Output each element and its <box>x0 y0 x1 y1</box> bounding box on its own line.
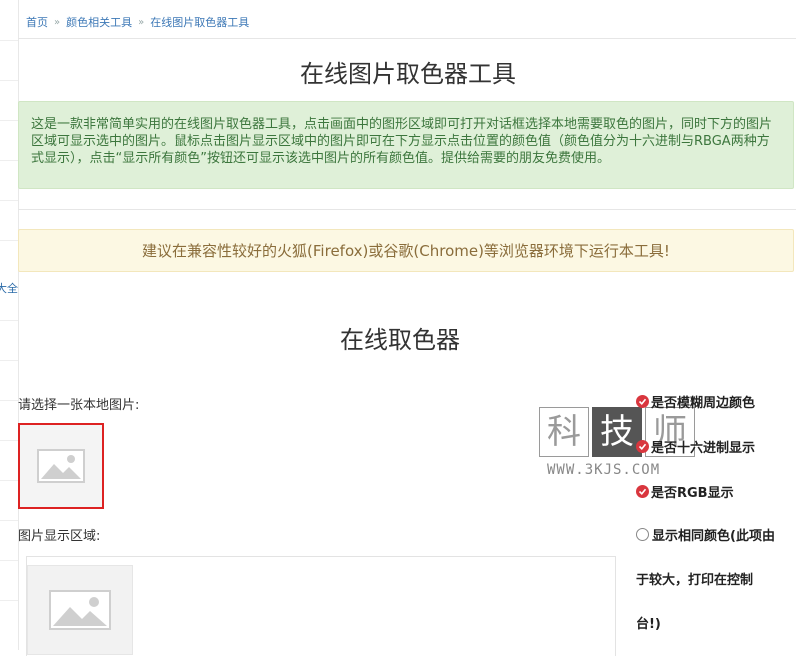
display-image[interactable] <box>27 565 133 655</box>
divider <box>18 209 796 210</box>
blur-option-checkbox[interactable]: 是否模糊周边颜色 <box>636 392 755 411</box>
sidebar-divider <box>0 160 18 161</box>
sidebar-divider <box>0 520 18 521</box>
same-color-option-label-cont: 台!) <box>636 617 661 632</box>
sidebar-divider <box>0 480 18 481</box>
blur-option-label: 是否模糊周边颜色 <box>651 396 756 411</box>
intro-info-box: 这是一款非常简单实用的在线图片取色器工具，点击画面中的图形区域即可打开对话框选择… <box>18 101 794 189</box>
radio-unchecked-icon[interactable] <box>636 528 649 541</box>
watermark-url: WWW.3KJS.COM <box>547 462 661 478</box>
breadcrumb-color-tools-link[interactable]: 颜色相关工具 <box>66 14 132 30</box>
breadcrumb-home-link[interactable]: 首页 <box>26 14 48 30</box>
breadcrumb-separator-icon: » <box>138 16 145 28</box>
sidebar-divider <box>0 360 18 361</box>
divider <box>18 38 796 39</box>
rgb-option-label: 是否RGB显示 <box>651 486 734 501</box>
breadcrumb: 首页 » 颜色相关工具 » 在线图片取色器工具 <box>26 14 249 30</box>
same-color-option-label: 显示相同颜色(此项由 <box>652 529 775 544</box>
breadcrumb-current-link[interactable]: 在线图片取色器工具 <box>150 14 249 30</box>
rgb-option-checkbox[interactable]: 是否RGB显示 <box>636 482 734 501</box>
page-title: 在线图片取色器工具 <box>300 60 516 88</box>
picker-title: 在线取色器 <box>340 326 460 354</box>
image-upload-button[interactable] <box>18 423 104 509</box>
hex-option-checkbox[interactable]: 是否十六进制显示 <box>636 437 755 456</box>
sidebar-divider <box>0 320 18 321</box>
same-color-option-label-cont: 于较大，打印在控制 <box>636 573 754 588</box>
sidebar-strip: 大全 <box>0 0 19 650</box>
watermark-char: 科 <box>539 407 589 457</box>
sidebar-divider <box>0 120 18 121</box>
hex-option-label: 是否十六进制显示 <box>651 441 756 456</box>
sidebar-divider <box>0 440 18 441</box>
sidebar-divider <box>0 40 18 41</box>
sidebar-item-fragment[interactable]: 大全 <box>0 280 18 296</box>
sidebar-divider <box>0 600 18 601</box>
sidebar-divider <box>0 200 18 201</box>
breadcrumb-separator-icon: » <box>54 16 61 28</box>
browser-tip-text: 建议在兼容性较好的火狐(Firefox)或谷歌(Chrome)等浏览器环境下运行… <box>142 242 670 260</box>
sidebar-divider <box>0 80 18 81</box>
browser-tip-box: 建议在兼容性较好的火狐(Firefox)或谷歌(Chrome)等浏览器环境下运行… <box>18 229 794 272</box>
sidebar-divider <box>0 400 18 401</box>
checkbox-checked-icon[interactable] <box>636 485 649 498</box>
checkbox-checked-icon[interactable] <box>636 395 649 408</box>
select-image-label: 请选择一张本地图片: <box>18 398 140 413</box>
checkbox-checked-icon[interactable] <box>636 440 649 453</box>
image-placeholder-icon <box>37 449 85 483</box>
display-area-label: 图片显示区域: <box>18 529 101 544</box>
watermark-char: 技 <box>592 407 642 457</box>
sidebar-divider <box>0 560 18 561</box>
sidebar-divider <box>0 240 18 241</box>
image-placeholder-icon <box>49 590 111 630</box>
same-color-option-radio[interactable]: 显示相同颜色(此项由 <box>636 525 775 544</box>
image-display-area[interactable] <box>26 556 616 656</box>
